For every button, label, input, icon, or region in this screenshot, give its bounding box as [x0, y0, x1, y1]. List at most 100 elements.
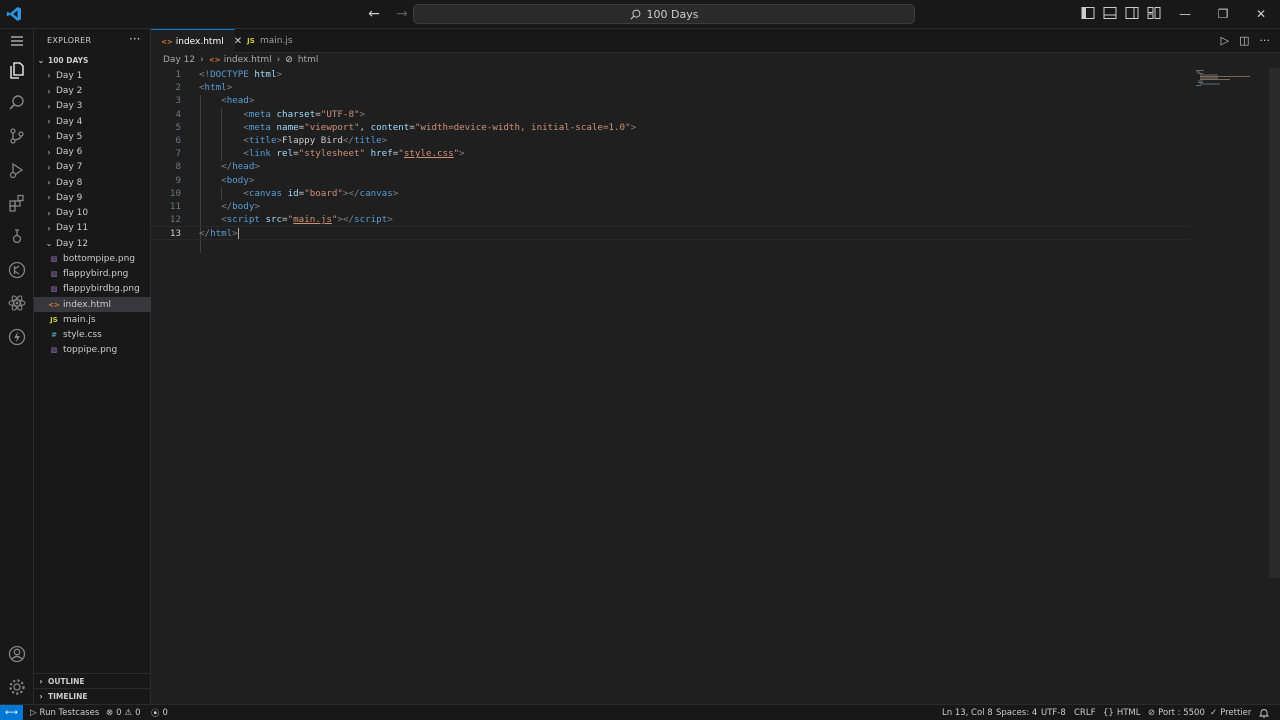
- code-line-current: 13 </html>: [151, 226, 1191, 240]
- encoding-setting[interactable]: UTF-8: [1041, 705, 1066, 720]
- eol-setting[interactable]: CRLF: [1074, 705, 1095, 720]
- indentation-setting[interactable]: Spaces: 4: [996, 705, 1037, 720]
- live-server-port[interactable]: ⊘ Port : 5500: [1148, 705, 1205, 720]
- folder-day-9[interactable]: › Day 9: [34, 190, 151, 205]
- tab-label: index.html: [175, 36, 224, 47]
- file-label: style.css: [63, 330, 102, 341]
- search-icon[interactable]: [5, 91, 29, 115]
- chevron-right-icon: ›: [47, 117, 51, 127]
- file-index-html[interactable]: <> index.html: [34, 297, 151, 313]
- timeline-section[interactable]: › TIMELINE: [34, 688, 151, 703]
- workspace-root[interactable]: ⌄ 100 DAYS: [34, 53, 151, 68]
- folder-label: Day 1: [56, 70, 83, 81]
- minimize-button[interactable]: —: [1166, 0, 1204, 29]
- minimap[interactable]: [1196, 70, 1251, 86]
- toggle-panel-icon[interactable]: [1103, 6, 1119, 22]
- run-testcases-button[interactable]: ▷ Run Testcases: [30, 705, 99, 720]
- folder-day-5[interactable]: › Day 5: [34, 129, 151, 144]
- code-line: 1 <!DOCTYPE html>: [175, 69, 283, 80]
- thunder-client-icon[interactable]: [5, 325, 29, 349]
- cursor-position[interactable]: Ln 13, Col 8: [942, 705, 993, 720]
- forward-arrow-icon[interactable]: →: [394, 6, 410, 22]
- breadcrumb-folder[interactable]: Day 12: [163, 55, 195, 65]
- ports-indicator[interactable]: ⦿ 0: [151, 705, 168, 720]
- close-window-button[interactable]: ✕: [1242, 0, 1280, 29]
- run-debug-icon[interactable]: [5, 158, 29, 182]
- broadcast-icon: ⦿: [151, 709, 160, 719]
- chevron-right-icon: ›: [47, 223, 51, 233]
- folder-day-11[interactable]: › Day 11: [34, 221, 151, 236]
- explorer-title: EXPLORER: [47, 36, 92, 45]
- code-line: 12 <script src="main.js"></script>: [169, 214, 393, 226]
- run-icon[interactable]: ▷: [1221, 34, 1229, 47]
- breadcrumb-symbol[interactable]: html: [298, 55, 319, 65]
- folder-day-4[interactable]: › Day 4: [34, 114, 151, 129]
- png-file-icon: ▨: [50, 346, 58, 355]
- notifications-bell-icon[interactable]: [1259, 705, 1269, 720]
- testing-icon[interactable]: [5, 224, 29, 248]
- folder-day-10[interactable]: › Day 10: [34, 206, 151, 221]
- source-control-icon[interactable]: [5, 124, 29, 148]
- git-graph-icon[interactable]: [5, 258, 29, 282]
- menu-icon[interactable]: [5, 29, 29, 53]
- layout-controls: [1081, 6, 1163, 22]
- react-icon[interactable]: [5, 291, 29, 315]
- editor-actions: ▷ ◫ ···: [1221, 34, 1270, 47]
- status-bar: ⟷ ▷ Run Testcases ⊗ 0 ⚠ 0 ⦿ 0 Ln 13, Col…: [0, 704, 1280, 720]
- symbol-element-icon: ⊘: [285, 55, 293, 65]
- toggle-primary-sidebar-icon[interactable]: [1081, 6, 1097, 22]
- folder-label: Day 2: [56, 86, 83, 97]
- chevron-right-icon: ›: [47, 86, 51, 96]
- port-label: Port : 5500: [1158, 708, 1205, 718]
- folder-day-2[interactable]: › Day 2: [34, 84, 151, 99]
- navigation-arrows: ← →: [366, 6, 410, 22]
- back-arrow-icon[interactable]: ←: [366, 6, 382, 22]
- breadcrumb-file[interactable]: index.html: [224, 55, 272, 65]
- editor-scrollbar[interactable]: [1269, 68, 1280, 578]
- breadcrumb-separator: ›: [276, 55, 281, 65]
- folder-day-8[interactable]: › Day 8: [34, 175, 151, 190]
- command-center-search[interactable]: 100 Days: [413, 4, 915, 24]
- chevron-right-icon: ›: [47, 132, 51, 142]
- folder-day-7[interactable]: › Day 7: [34, 160, 151, 175]
- explorer-more-actions-icon[interactable]: ···: [129, 32, 140, 46]
- more-actions-icon[interactable]: ···: [1260, 34, 1271, 47]
- html-file-icon: <>: [161, 37, 173, 46]
- folder-day-1[interactable]: › Day 1: [34, 68, 151, 83]
- file-main-js[interactable]: JS main.js: [34, 312, 151, 327]
- folder-day-3[interactable]: › Day 3: [34, 99, 151, 114]
- accounts-icon[interactable]: [5, 642, 29, 666]
- code-editor[interactable]: 1 <!DOCTYPE html> 2 <html> 3 <head> 4 <met…: [151, 68, 1280, 704]
- manage-gear-icon[interactable]: [5, 675, 29, 699]
- file-toppipe-png[interactable]: ▨ toppipe.png: [34, 343, 151, 358]
- file-flappybird-png[interactable]: ▨ flappybird.png: [34, 267, 151, 282]
- code-line: 8 </head>: [175, 161, 260, 173]
- png-file-icon: ▨: [50, 270, 58, 279]
- split-editor-icon[interactable]: ◫: [1239, 34, 1249, 47]
- file-bottompipe-png[interactable]: ▨ bottompipe.png: [34, 251, 151, 266]
- explorer-icon[interactable]: [5, 58, 29, 82]
- prettier-label: Prettier: [1220, 708, 1252, 718]
- remote-indicator-icon[interactable]: ⟷: [0, 705, 23, 720]
- language-mode[interactable]: {} HTML: [1103, 705, 1140, 720]
- outline-section[interactable]: › OUTLINE: [34, 673, 151, 688]
- prettier-status[interactable]: ✓ Prettier: [1210, 705, 1251, 720]
- extensions-icon[interactable]: [5, 191, 29, 215]
- code-line: 2 <html>: [175, 82, 233, 94]
- toggle-secondary-sidebar-icon[interactable]: [1125, 6, 1141, 22]
- workspace-root-label: 100 DAYS: [48, 56, 89, 66]
- restore-button[interactable]: ❐: [1204, 0, 1242, 29]
- problems-indicator[interactable]: ⊗ 0 ⚠ 0: [106, 705, 141, 720]
- code-line: 9 <body>: [175, 174, 255, 186]
- folder-label: Day 9: [56, 192, 83, 203]
- file-style-css[interactable]: # style.css: [34, 328, 151, 343]
- chevron-right-icon: ›: [39, 676, 43, 686]
- file-flappybirdbg-png[interactable]: ▨ flappybirdbg.png: [34, 282, 151, 297]
- folder-day-12[interactable]: ⌄ Day 12: [34, 236, 151, 251]
- tab-index-html[interactable]: <> index.html ✕: [151, 29, 242, 53]
- customize-layout-icon[interactable]: [1147, 6, 1163, 22]
- chevron-down-icon: ⌄: [45, 239, 53, 249]
- tab-main-js[interactable]: JS main.js: [235, 29, 313, 53]
- error-count: 0: [116, 708, 122, 718]
- folder-day-6[interactable]: › Day 6: [34, 145, 151, 160]
